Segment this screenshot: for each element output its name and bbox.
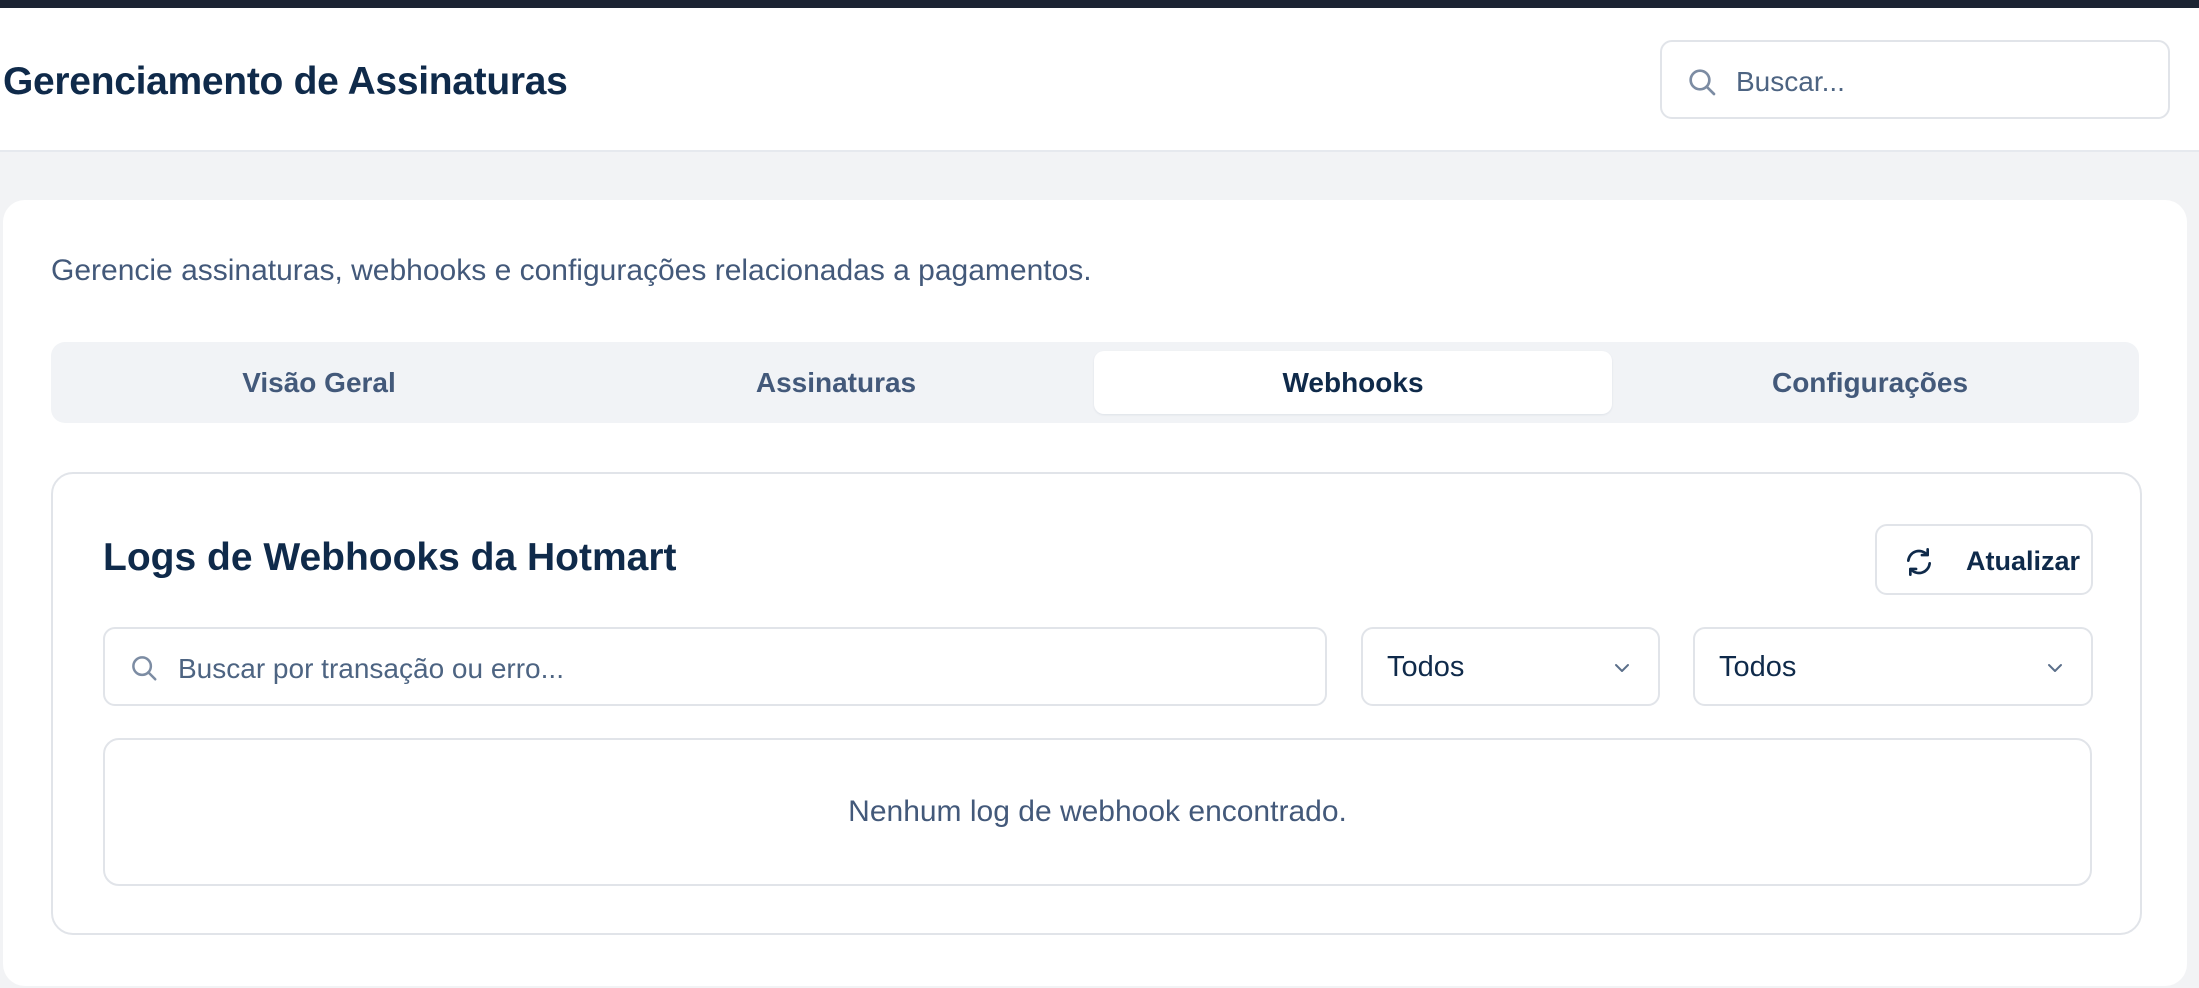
webhook-logs-panel: Logs de Webhooks da Hotmart Atualizar Bu…	[51, 472, 2142, 935]
section-title: Logs de Webhooks da Hotmart	[103, 536, 677, 579]
empty-state-message: Nenhum log de webhook encontrado.	[848, 795, 1347, 828]
page-subtitle: Gerencie assinaturas, webhooks e configu…	[51, 254, 1092, 287]
tab-configuracoes[interactable]: Configurações	[1611, 351, 2129, 414]
tab-assinaturas[interactable]: Assinaturas	[577, 351, 1095, 414]
status-filter-value: Todos	[1387, 651, 1465, 683]
status-filter-select[interactable]: Todos	[1361, 627, 1660, 706]
tab-webhooks[interactable]: Webhooks	[1094, 351, 1612, 414]
empty-state: Nenhum log de webhook encontrado.	[103, 738, 2092, 886]
header-search-placeholder: Buscar...	[1736, 66, 1845, 97]
refresh-button[interactable]: Atualizar	[1875, 524, 2093, 595]
search-icon	[1689, 69, 1716, 96]
page-title: Gerenciamento de Assinaturas	[3, 60, 568, 103]
event-filter-select[interactable]: Todos	[1693, 627, 2093, 706]
tab-visao-geral[interactable]: Visão Geral	[60, 351, 578, 414]
event-filter-value: Todos	[1719, 651, 1797, 683]
chevron-down-icon	[2048, 664, 2062, 672]
header-search-input[interactable]: Buscar...	[1660, 40, 2170, 119]
logs-search-placeholder: Buscar por transação ou erro...	[178, 653, 564, 684]
refresh-button-label: Atualizar	[1966, 546, 2081, 576]
main-card: Gerencie assinaturas, webhooks e configu…	[3, 200, 2187, 986]
tab-list: Visão Geral Assinaturas Webhooks Configu…	[51, 342, 2139, 423]
refresh-icon	[1907, 548, 1931, 576]
chevron-down-icon	[1615, 664, 1629, 672]
page-header: Gerenciamento de Assinaturas Buscar...	[0, 8, 2199, 152]
logs-search-input[interactable]: Buscar por transação ou erro...	[103, 627, 1327, 706]
top-strip	[0, 0, 2199, 8]
search-icon	[132, 656, 157, 681]
